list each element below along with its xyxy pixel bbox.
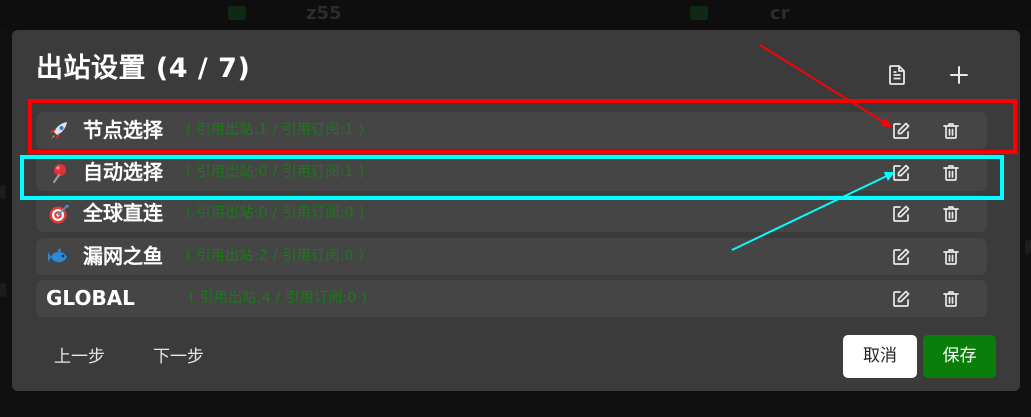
delete-button[interactable] [941, 121, 961, 141]
background-status-icon [228, 6, 246, 20]
background-edge [0, 283, 6, 297]
outbound-reference-stats: ( 引用出站:0 / 引用订阅:1 ) [186, 164, 365, 180]
background-app-header: z55 cr [0, 0, 1031, 30]
fish-icon [48, 247, 70, 267]
outbound-reference-stats: ( 引用出站:4 / 引用订阅:0 ) [189, 290, 368, 306]
background-edge [0, 185, 6, 199]
outbound-name: GLOBAL [46, 286, 135, 310]
document-icon [887, 64, 907, 86]
edit-icon [891, 289, 911, 309]
outbound-reference-stats: ( 引用出站:1 / 引用订阅:1 ) [186, 122, 365, 138]
background-status-icon [690, 6, 708, 20]
edit-button[interactable] [891, 289, 911, 309]
previous-step-button[interactable]: 上一步 [54, 346, 105, 368]
edit-button[interactable] [891, 247, 911, 267]
outbound-row[interactable]: 漏网之鱼 ( 引用出站:2 / 引用订阅:0 ) [36, 238, 987, 275]
edit-icon [891, 204, 911, 224]
edit-button[interactable] [891, 163, 911, 183]
delete-button[interactable] [941, 163, 961, 183]
delete-button[interactable] [941, 204, 961, 224]
outbound-name: 漏网之鱼 [83, 244, 163, 268]
edit-button[interactable] [891, 204, 911, 224]
target-icon [48, 204, 70, 224]
trash-icon [941, 247, 961, 267]
outbound-row[interactable]: GLOBAL ( 引用出站:4 / 引用订阅:0 ) [36, 280, 987, 317]
outbound-name: 全球直连 [83, 201, 163, 225]
delete-button[interactable] [941, 247, 961, 267]
rocket-icon [48, 121, 70, 141]
trash-icon [941, 163, 961, 183]
outbound-name: 自动选择 [83, 160, 163, 184]
plus-icon [950, 66, 968, 84]
background-label: cr [770, 3, 790, 24]
dialog-title: 出站设置 (4 / 7) [36, 53, 251, 84]
edit-icon [891, 247, 911, 267]
edit-icon [891, 163, 911, 183]
outbound-settings-dialog: 出站设置 (4 / 7) 节点选择 (引用出站:1 / 引用订阅:1) 自动… [12, 30, 1020, 391]
trash-icon [941, 289, 961, 309]
outbound-row[interactable]: 自动选择 ( 引用出站:0 / 引用订阅:1 ) [36, 154, 987, 191]
outbound-row[interactable]: 节点选择 ( 引用出站:1 / 引用订阅:1 ) [36, 112, 987, 149]
pushpin-icon [48, 163, 70, 183]
next-step-button[interactable]: 下一步 [153, 346, 204, 368]
background-edge [1025, 240, 1031, 254]
cancel-button[interactable]: 取消 [843, 335, 917, 378]
edit-button[interactable] [891, 121, 911, 141]
background-label: z55 [306, 3, 342, 24]
outbound-reference-stats: ( 引用出站:2 / 引用订阅:0 ) [186, 248, 365, 264]
trash-icon [941, 204, 961, 224]
outbound-name: 节点选择 [83, 118, 163, 142]
edit-icon [891, 121, 911, 141]
delete-button[interactable] [941, 289, 961, 309]
add-outbound-button[interactable] [944, 60, 974, 90]
save-button[interactable]: 保存 [923, 335, 996, 378]
outbound-reference-stats: ( 引用出站:0 / 引用订阅:0 ) [186, 205, 365, 221]
trash-icon [941, 121, 961, 141]
outbound-row[interactable]: 全球直连 ( 引用出站:0 / 引用订阅:0 ) [36, 195, 987, 232]
document-button[interactable] [882, 60, 912, 90]
